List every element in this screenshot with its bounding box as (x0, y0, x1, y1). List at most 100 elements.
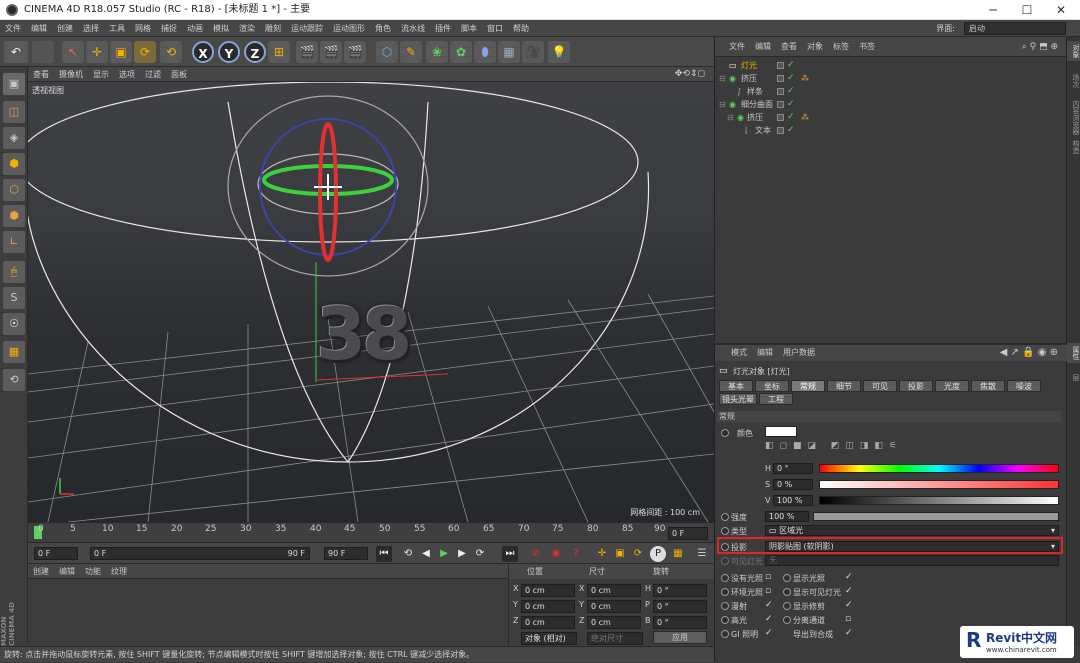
menu-tools[interactable]: 工具 (104, 20, 130, 37)
hue-slider[interactable] (819, 464, 1059, 473)
menu-file[interactable]: 文件 (0, 20, 26, 37)
size-y-field[interactable]: 0 cm (587, 600, 641, 613)
diffuse-checkbox[interactable]: ✓ (765, 600, 773, 610)
enabled-check-icon[interactable]: ✓ (787, 98, 795, 111)
enabled-check-icon[interactable]: ✓ (787, 72, 795, 85)
tab-structure[interactable]: 构造 (1067, 137, 1080, 157)
axis-mode-icon[interactable]: 🖱 (3, 261, 25, 283)
size-x-field[interactable]: 0 cm (587, 584, 641, 597)
menu-snap[interactable]: 捕捉 (156, 20, 182, 37)
obj-menu-bookmarks[interactable]: 书签 (854, 37, 880, 57)
obj-menu-file[interactable]: 文件 (715, 37, 750, 57)
mat-menu-edit[interactable]: 编辑 (54, 564, 80, 579)
tab-layers[interactable]: 层 (1067, 371, 1080, 384)
viewport-nav-icons[interactable]: ✥⟲⇕◻ (670, 67, 710, 82)
intensity-slider[interactable] (813, 512, 1059, 521)
apply-button[interactable]: 应用 (653, 631, 707, 644)
object-name[interactable]: 挤压 (741, 72, 757, 85)
timeline-menu-button[interactable]: ☰ (694, 546, 710, 562)
export-composite-checkbox[interactable]: ✓ (845, 628, 853, 638)
tab-noise[interactable]: 噪波 (1007, 380, 1041, 392)
menu-window[interactable]: 窗口 (482, 20, 508, 37)
workplane-mode-icon[interactable]: ⬢ (3, 153, 25, 175)
menu-edit[interactable]: 编辑 (26, 20, 52, 37)
enabled-check-icon[interactable]: ✓ (787, 85, 795, 98)
current-frame-field[interactable]: 0 F (668, 527, 708, 540)
menu-animate[interactable]: 动画 (182, 20, 208, 37)
object-row[interactable]: ▭ 灯光 ✓ (715, 59, 1067, 72)
mat-menu-texture[interactable]: 纹理 (106, 564, 132, 579)
rot-b-field[interactable]: 0 ° (653, 616, 707, 629)
color-anim-radio[interactable] (721, 429, 729, 437)
play-button[interactable]: ▶ (436, 546, 452, 562)
intensity-field[interactable]: 100 % (765, 511, 809, 522)
maximize-button[interactable]: ☐ (1010, 0, 1044, 20)
obj-menu-tags[interactable]: 标签 (828, 37, 854, 57)
texture-mode-icon[interactable]: ◈ (3, 127, 25, 149)
menu-script[interactable]: 脚本 (456, 20, 482, 37)
light-button[interactable]: 💡 (548, 41, 570, 63)
edges-mode-icon[interactable]: ⬢ (3, 205, 25, 227)
3d-viewport[interactable]: 38 透视视图 网格间距 : 100 cm (28, 82, 714, 522)
obj-menu-view[interactable]: 查看 (776, 37, 802, 57)
pos-x-field[interactable]: 0 cm (521, 584, 575, 597)
key-parameter-button[interactable]: P (650, 546, 666, 562)
vp-menu-panel[interactable]: 面板 (166, 67, 192, 82)
enabled-check-icon[interactable]: ✓ (787, 59, 795, 72)
pos-z-field[interactable]: 0 cm (521, 616, 575, 629)
visible-light-select[interactable]: 无 (765, 555, 1059, 566)
object-name[interactable]: 细分曲面 (741, 98, 773, 111)
spline-pen-button[interactable]: ✎ (400, 41, 422, 63)
make-editable-icon[interactable]: ▣ (3, 73, 25, 95)
prev-frame-button[interactable]: ◀ (418, 546, 434, 562)
goto-end-button[interactable]: ⏭ (502, 546, 518, 562)
menu-character[interactable]: 角色 (370, 20, 396, 37)
object-name[interactable]: 文本 (755, 124, 771, 137)
vp-menu-display[interactable]: 显示 (88, 67, 114, 82)
menu-mesh[interactable]: 网格 (130, 20, 156, 37)
specular-checkbox[interactable]: ✓ (765, 614, 773, 624)
key-position-button[interactable]: ✛ (594, 546, 610, 562)
ambient-checkbox[interactable]: ▫ (765, 586, 771, 596)
rot-h-field[interactable]: 0 ° (653, 584, 707, 597)
snap-icon[interactable]: ☉ (3, 313, 25, 335)
x-axis-lock-button[interactable]: X (192, 41, 214, 63)
attr-menu-edit[interactable]: 编辑 (752, 345, 778, 361)
enabled-check-icon[interactable]: ✓ (787, 111, 795, 124)
cube-primitive-button[interactable]: ⬡ (376, 41, 398, 63)
workplane-lock-icon[interactable]: ⟲ (3, 369, 25, 391)
phong-tag-icon[interactable]: ⁂ (801, 72, 809, 85)
goto-start-button[interactable]: ⏮ (376, 546, 392, 562)
key-scale-button[interactable]: ▣ (612, 546, 628, 562)
rot-p-field[interactable]: 0 ° (653, 600, 707, 613)
visibility-flag[interactable] (777, 127, 784, 134)
end-frame-field[interactable]: 90 F (324, 547, 368, 560)
visible-light-anim-radio[interactable] (721, 557, 729, 565)
show-illumination-checkbox[interactable]: ✓ (845, 572, 853, 582)
interface-select[interactable]: 启动 (964, 22, 1066, 35)
pos-y-field[interactable]: 0 cm (521, 600, 575, 613)
model-mode-icon[interactable]: ◫ (3, 101, 25, 123)
tree-toggle-icon[interactable]: ⊟ (727, 111, 734, 124)
tab-coord[interactable]: 坐标 (755, 380, 789, 392)
attr-menu-mode[interactable]: 模式 (715, 345, 752, 361)
tab-objects[interactable]: 对象 (1067, 41, 1080, 61)
visibility-flag[interactable] (777, 101, 784, 108)
quantize-icon[interactable]: ▦ (3, 341, 25, 363)
size-z-field[interactable]: 0 cm (587, 616, 641, 629)
show-visible-anim-radio[interactable] (783, 588, 791, 596)
render-view-button[interactable]: 🎬 (296, 41, 318, 63)
y-axis-lock-button[interactable]: Y (218, 41, 240, 63)
tab-basic[interactable]: 基本 (719, 380, 753, 392)
hue-field[interactable]: 0 ° (773, 463, 813, 474)
visibility-flag[interactable] (777, 62, 784, 69)
color-swatch[interactable] (765, 426, 797, 437)
obj-menu-edit[interactable]: 编辑 (750, 37, 776, 57)
tab-general[interactable]: 常规 (791, 380, 825, 392)
z-axis-lock-button[interactable]: Z (244, 41, 266, 63)
tree-toggle-icon[interactable]: ⊟ (719, 98, 726, 111)
visibility-flag[interactable] (777, 114, 784, 121)
visibility-flag[interactable] (777, 88, 784, 95)
tab-details[interactable]: 细节 (827, 380, 861, 392)
menu-help[interactable]: 帮助 (508, 20, 534, 37)
